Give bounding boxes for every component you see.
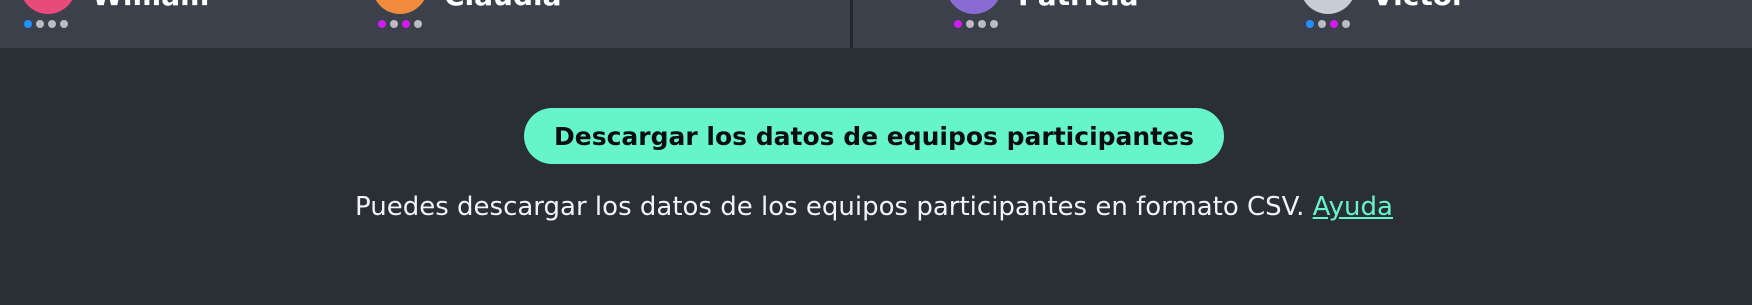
status-dots xyxy=(378,20,422,28)
player-name: Patricia xyxy=(1018,0,1139,10)
player-name: Victor xyxy=(1372,0,1466,10)
status-dots xyxy=(24,20,68,28)
status-dot xyxy=(1318,20,1326,28)
status-dot xyxy=(48,20,56,28)
team-divider xyxy=(850,0,853,48)
status-dots xyxy=(954,20,998,28)
status-dot xyxy=(990,20,998,28)
status-dots xyxy=(1306,20,1350,28)
status-dot xyxy=(966,20,974,28)
download-info: Puedes descargar los datos de los equipo… xyxy=(0,190,1752,224)
status-dot xyxy=(1342,20,1350,28)
status-dot xyxy=(954,20,962,28)
player-name: Claudia xyxy=(444,0,562,10)
avatar xyxy=(372,0,428,14)
download-section: Descargar los datos de equipos participa… xyxy=(0,108,1752,164)
avatar xyxy=(1300,0,1356,14)
status-dot xyxy=(978,20,986,28)
status-dot xyxy=(414,20,422,28)
status-dot xyxy=(378,20,386,28)
status-dot xyxy=(36,20,44,28)
download-teams-data-button[interactable]: Descargar los datos de equipos participa… xyxy=(524,108,1224,164)
players-strip: William Claudia Patricia Victor xyxy=(0,0,1752,48)
help-link[interactable]: Ayuda xyxy=(1313,192,1393,222)
status-dot xyxy=(60,20,68,28)
player-name: William xyxy=(92,0,209,10)
avatar xyxy=(946,0,1002,14)
status-dot xyxy=(390,20,398,28)
status-dot xyxy=(24,20,32,28)
status-dot xyxy=(1330,20,1338,28)
status-dot xyxy=(1306,20,1314,28)
download-info-text: Puedes descargar los datos de los equipo… xyxy=(355,192,1313,222)
status-dot xyxy=(402,20,410,28)
avatar xyxy=(20,0,76,14)
